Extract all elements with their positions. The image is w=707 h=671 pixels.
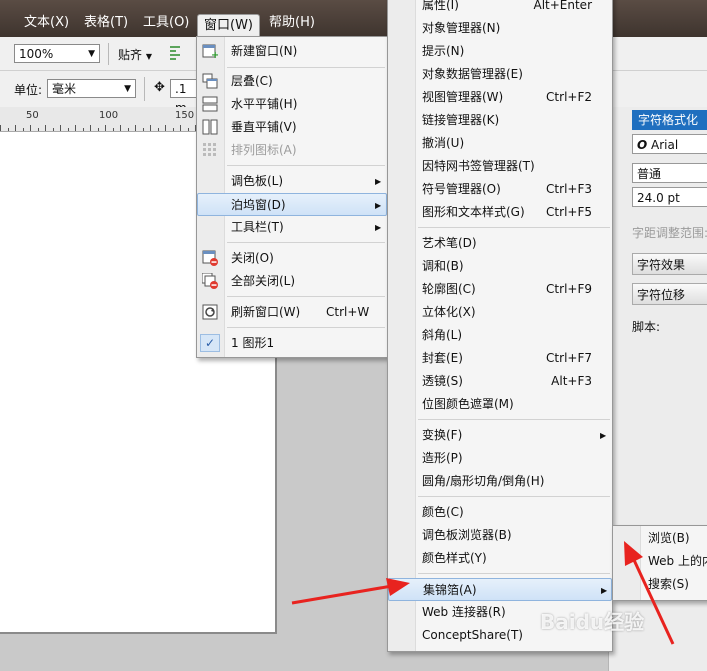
annotation-arrows <box>291 541 675 645</box>
watermark: Baidu经验 <box>540 606 644 635</box>
arrow-to-gallery <box>291 578 410 605</box>
watermark-text: Baidu经验 <box>540 610 645 634</box>
